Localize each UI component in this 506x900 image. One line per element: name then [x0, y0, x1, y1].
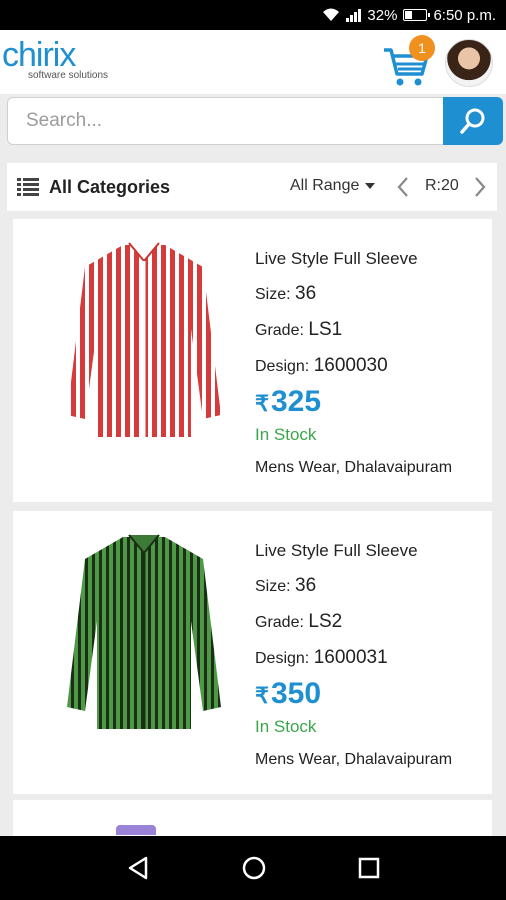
list-menu-icon[interactable]: [17, 178, 39, 196]
product-design: Design: 1600031: [255, 647, 388, 668]
wifi-icon: [323, 8, 340, 21]
page-indicator: R:20: [425, 177, 459, 194]
product-location: Mens Wear, Dhalavaipuram: [255, 459, 453, 476]
chevron-right-icon[interactable]: [473, 176, 487, 198]
status-bar: 32% 6:50 p.m.: [0, 0, 506, 30]
status-time: 6:50 p.m.: [433, 6, 496, 24]
recents-icon[interactable]: [357, 856, 381, 880]
product-location: Mens Wear, Dhalavaipuram: [255, 751, 453, 768]
battery-icon: [403, 9, 431, 21]
logo-text: chirix: [2, 36, 76, 74]
product-info: Live Style Full Sleeve Size: 36 Grade: L…: [255, 249, 452, 477]
back-icon[interactable]: [125, 855, 151, 881]
product-design: Design: 1600030: [255, 355, 388, 376]
stock-status: In Stock: [255, 425, 317, 444]
product-title: Live Style Full Sleeve: [255, 249, 418, 268]
product-size: Size: 36: [255, 575, 317, 596]
product-price: ₹350: [255, 677, 322, 710]
dropdown-caret-icon: [365, 183, 376, 189]
range-dropdown[interactable]: All Range: [290, 177, 376, 195]
product-image: [67, 534, 221, 729]
product-grade: Grade: LS1: [255, 319, 343, 340]
battery-percent: 32%: [367, 6, 398, 24]
product-card[interactable]: Live Style Full Sleeve Size: 36 Grade: L…: [13, 511, 492, 794]
search-input[interactable]: [7, 97, 443, 145]
signal-icon: [346, 8, 362, 22]
home-icon[interactable]: [241, 855, 267, 881]
product-grade: Grade: LS2: [255, 611, 343, 632]
product-image: [116, 825, 156, 835]
cart-count-badge: 1: [409, 35, 435, 61]
product-title: Live Style Full Sleeve: [255, 541, 418, 560]
search-icon: [460, 108, 485, 134]
product-info: Live Style Full Sleeve Size: 36 Grade: L…: [255, 541, 452, 769]
chevron-left-icon[interactable]: [396, 176, 410, 198]
product-card-partial[interactable]: [13, 800, 492, 840]
search-bar: [7, 97, 503, 145]
filter-bar: All Categories All Range R:20: [7, 163, 497, 211]
avatar[interactable]: [445, 39, 493, 87]
product-size: Size: 36: [255, 283, 317, 304]
stock-status: In Stock: [255, 717, 317, 736]
logo[interactable]: chirix software solutions: [2, 38, 108, 81]
product-image: [67, 242, 221, 437]
system-nav-bar: [0, 836, 506, 900]
all-categories-button[interactable]: All Categories: [49, 177, 170, 198]
search-button[interactable]: [443, 97, 503, 145]
product-price: ₹325: [255, 385, 322, 418]
range-label: All Range: [290, 177, 360, 194]
product-card[interactable]: Live Style Full Sleeve Size: 36 Grade: L…: [13, 219, 492, 502]
logo-tagline: software solutions: [28, 70, 109, 81]
